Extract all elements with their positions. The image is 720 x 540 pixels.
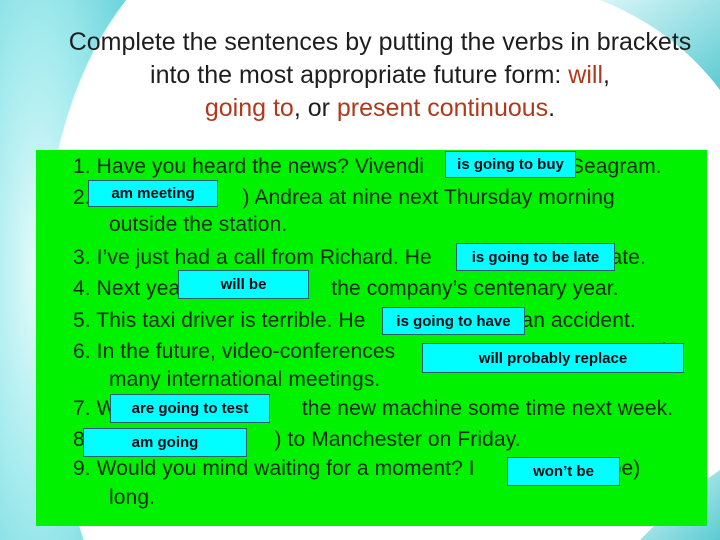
answer-box-5[interactable]: is going to have xyxy=(382,307,525,335)
answer-box-1[interactable]: is going to buy xyxy=(445,151,576,178)
sentence-text-before: Have you heard the news? Vivendi xyxy=(96,155,430,178)
sentence-number: 1. xyxy=(73,155,91,178)
sentence-number: 4. xyxy=(73,277,91,300)
sentence-number: 5. xyxy=(73,309,91,332)
comma: , xyxy=(603,61,610,89)
instructions-heading: Complete the sentences by putting the ve… xyxy=(60,26,700,125)
sentence-text-after: the company’s centenary year. xyxy=(325,277,619,300)
sentence-number: 6. xyxy=(73,340,91,363)
sentence-text-before: This taxi driver is terrible. He xyxy=(96,309,372,332)
sentence-number: 9. xyxy=(73,457,91,480)
form-present-continuous: present continuous xyxy=(336,94,549,122)
sentence-5: 5. This taxi driver is terrible. He an a… xyxy=(73,309,636,333)
answer-box-6[interactable]: will probably replace xyxy=(422,343,684,373)
sentence-text-before: I’ve just had a call from Richard. He xyxy=(96,246,438,269)
sentence-text-after: Seagram. xyxy=(563,155,662,178)
answer-box-3[interactable]: is going to be late xyxy=(456,243,615,271)
form-will: will xyxy=(568,61,604,89)
sentence-4: 4. Next year the company’s centenary yea… xyxy=(73,277,619,301)
answer-box-7[interactable]: are going to test xyxy=(110,394,270,423)
period: . xyxy=(548,94,556,122)
answer-box-8[interactable]: am going xyxy=(83,428,247,457)
answer-box-9[interactable]: won’t be xyxy=(507,457,620,486)
sentence-number: 3. xyxy=(73,246,91,269)
or-text: , or xyxy=(293,94,337,122)
sentence-6-continuation: many international meetings. xyxy=(109,368,381,391)
sentence-text-after: an accident. xyxy=(515,309,636,332)
answer-box-4[interactable]: will be xyxy=(178,270,309,299)
sentence-text-after: the new machine some time next week. xyxy=(295,397,674,420)
answer-box-2[interactable]: am meeting xyxy=(88,180,218,207)
sentence-text-after: ) to Manchester on Friday. xyxy=(274,428,521,451)
sentence-number: 7. xyxy=(73,397,91,420)
sentence-text-before: Would you mind waiting for a moment? I xyxy=(96,457,481,480)
form-going-to: going to xyxy=(204,94,294,122)
sentence-9-continuation: long. xyxy=(109,486,156,509)
sentence-2-continuation: outside the station. xyxy=(109,213,288,236)
sentence-text-after: ) Andrea at nine next Thursday morning xyxy=(242,186,615,209)
sentence-text-before: In the future, video-conferences xyxy=(96,340,402,363)
